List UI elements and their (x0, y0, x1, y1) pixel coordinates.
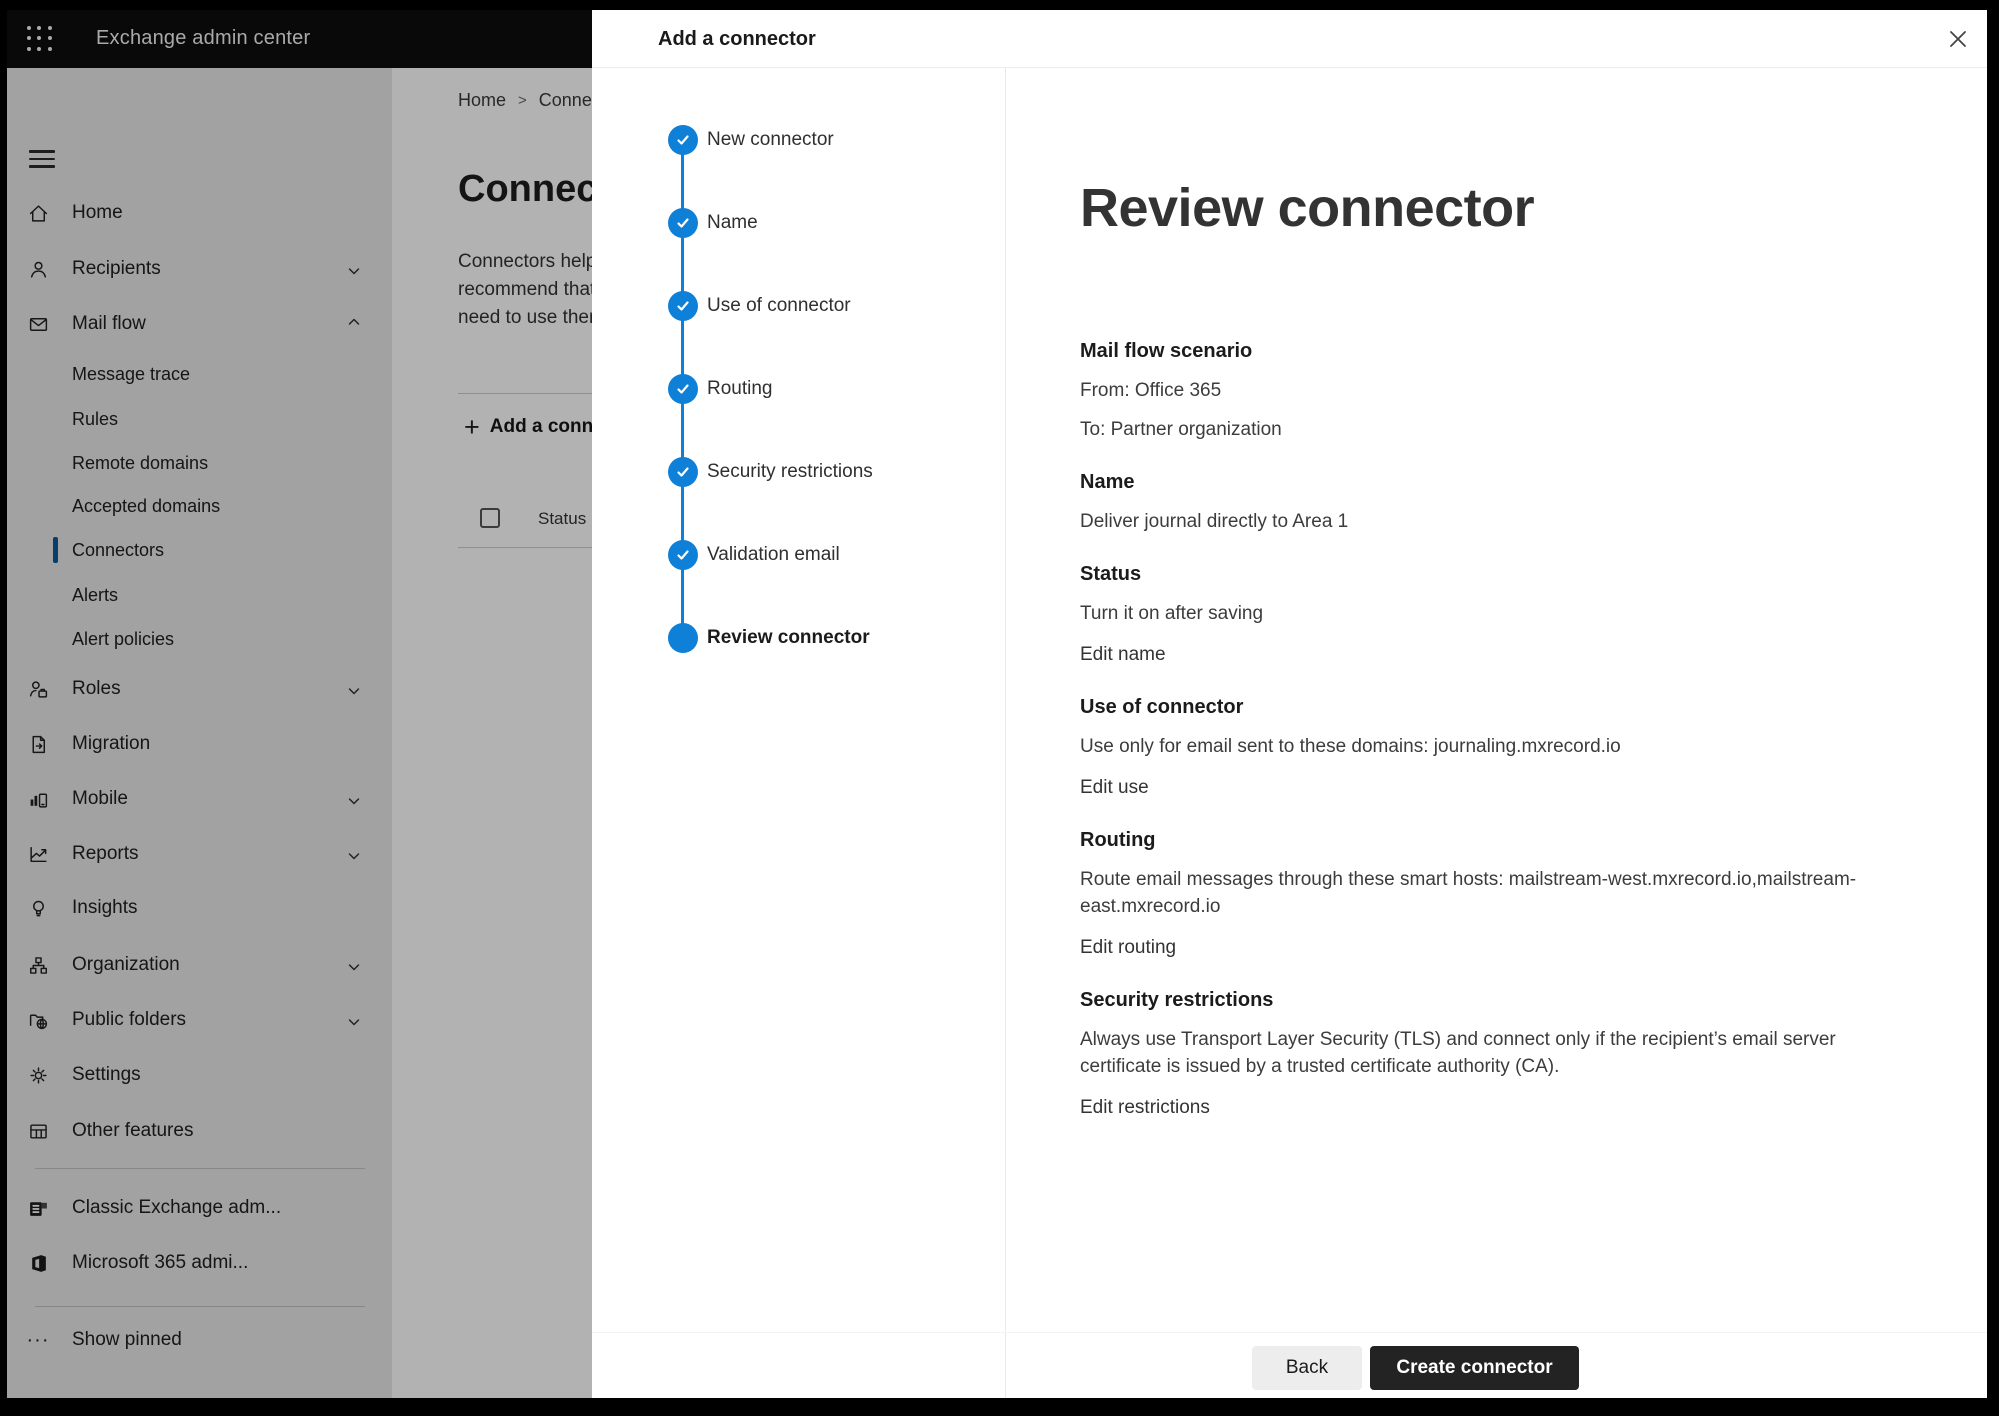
section-heading-use-of-connector: Use of connector (1080, 694, 1890, 721)
footer-divider (592, 1332, 1987, 1333)
wizard-step-new-connector[interactable]: New connector (668, 125, 834, 155)
wizard-step-label: New connector (707, 129, 834, 151)
wizard-steps: New connector Name Use of connector Routing… (592, 68, 1005, 768)
current-step-circle-icon (668, 623, 698, 653)
app-window: Exchange admin center HomeRecipientsMail… (7, 10, 1987, 1398)
back-button[interactable]: Back (1252, 1346, 1362, 1390)
status-value: Turn it on after saving (1080, 600, 1890, 627)
section-heading-security-restrictions: Security restrictions (1080, 987, 1890, 1014)
create-connector-button[interactable]: Create connector (1370, 1346, 1579, 1390)
security-restrictions-value: Always use Transport Layer Security (TLS… (1080, 1026, 1890, 1080)
wizard-content-divider (1005, 68, 1006, 1398)
connector-name-value: Deliver journal directly to Area 1 (1080, 508, 1890, 535)
wizard-step-use-of-connector[interactable]: Use of connector (668, 291, 851, 321)
wizard-step-security-restrictions[interactable]: Security restrictions (668, 457, 873, 487)
screenshot-frame: Exchange admin center HomeRecipientsMail… (0, 0, 1999, 1416)
wizard-step-label: Review connector (707, 627, 870, 649)
review-content: Review connector Mail flow scenario From… (1080, 175, 1890, 1121)
review-title: Review connector (1080, 175, 1890, 241)
completed-check-icon (668, 374, 698, 404)
mail-flow-to: To: Partner organization (1080, 416, 1890, 443)
section-heading-mail-flow-scenario: Mail flow scenario (1080, 338, 1890, 365)
section-heading-name: Name (1080, 469, 1890, 496)
completed-check-icon (668, 125, 698, 155)
wizard-step-validation-email[interactable]: Validation email (668, 540, 840, 570)
section-heading-status: Status (1080, 561, 1890, 588)
panel-title: Add a connector (658, 10, 816, 68)
wizard-step-name[interactable]: Name (668, 208, 758, 238)
wizard-step-review-connector[interactable]: Review connector (668, 623, 870, 653)
mail-flow-from: From: Office 365 (1080, 377, 1890, 404)
wizard-step-label: Routing (707, 378, 773, 400)
completed-check-icon (668, 540, 698, 570)
add-connector-panel: Add a connector New connector Name Use of … (592, 10, 1987, 1398)
edit-use-link[interactable]: Edit use (1080, 774, 1890, 801)
use-of-connector-value: Use only for email sent to these domains… (1080, 733, 1890, 760)
completed-check-icon (668, 208, 698, 238)
wizard-step-label: Validation email (707, 544, 840, 566)
wizard-step-label: Security restrictions (707, 461, 873, 483)
routing-value: Route email messages through these smart… (1080, 866, 1890, 920)
panel-header: Add a connector (592, 10, 1987, 68)
wizard-step-label: Use of connector (707, 295, 851, 317)
close-icon[interactable] (1944, 25, 1972, 53)
edit-restrictions-link[interactable]: Edit restrictions (1080, 1094, 1890, 1121)
wizard-step-routing[interactable]: Routing (668, 374, 773, 404)
completed-check-icon (668, 291, 698, 321)
completed-check-icon (668, 457, 698, 487)
section-heading-routing: Routing (1080, 827, 1890, 854)
wizard-step-label: Name (707, 212, 758, 234)
edit-routing-link[interactable]: Edit routing (1080, 934, 1890, 961)
edit-name-link[interactable]: Edit name (1080, 641, 1890, 668)
